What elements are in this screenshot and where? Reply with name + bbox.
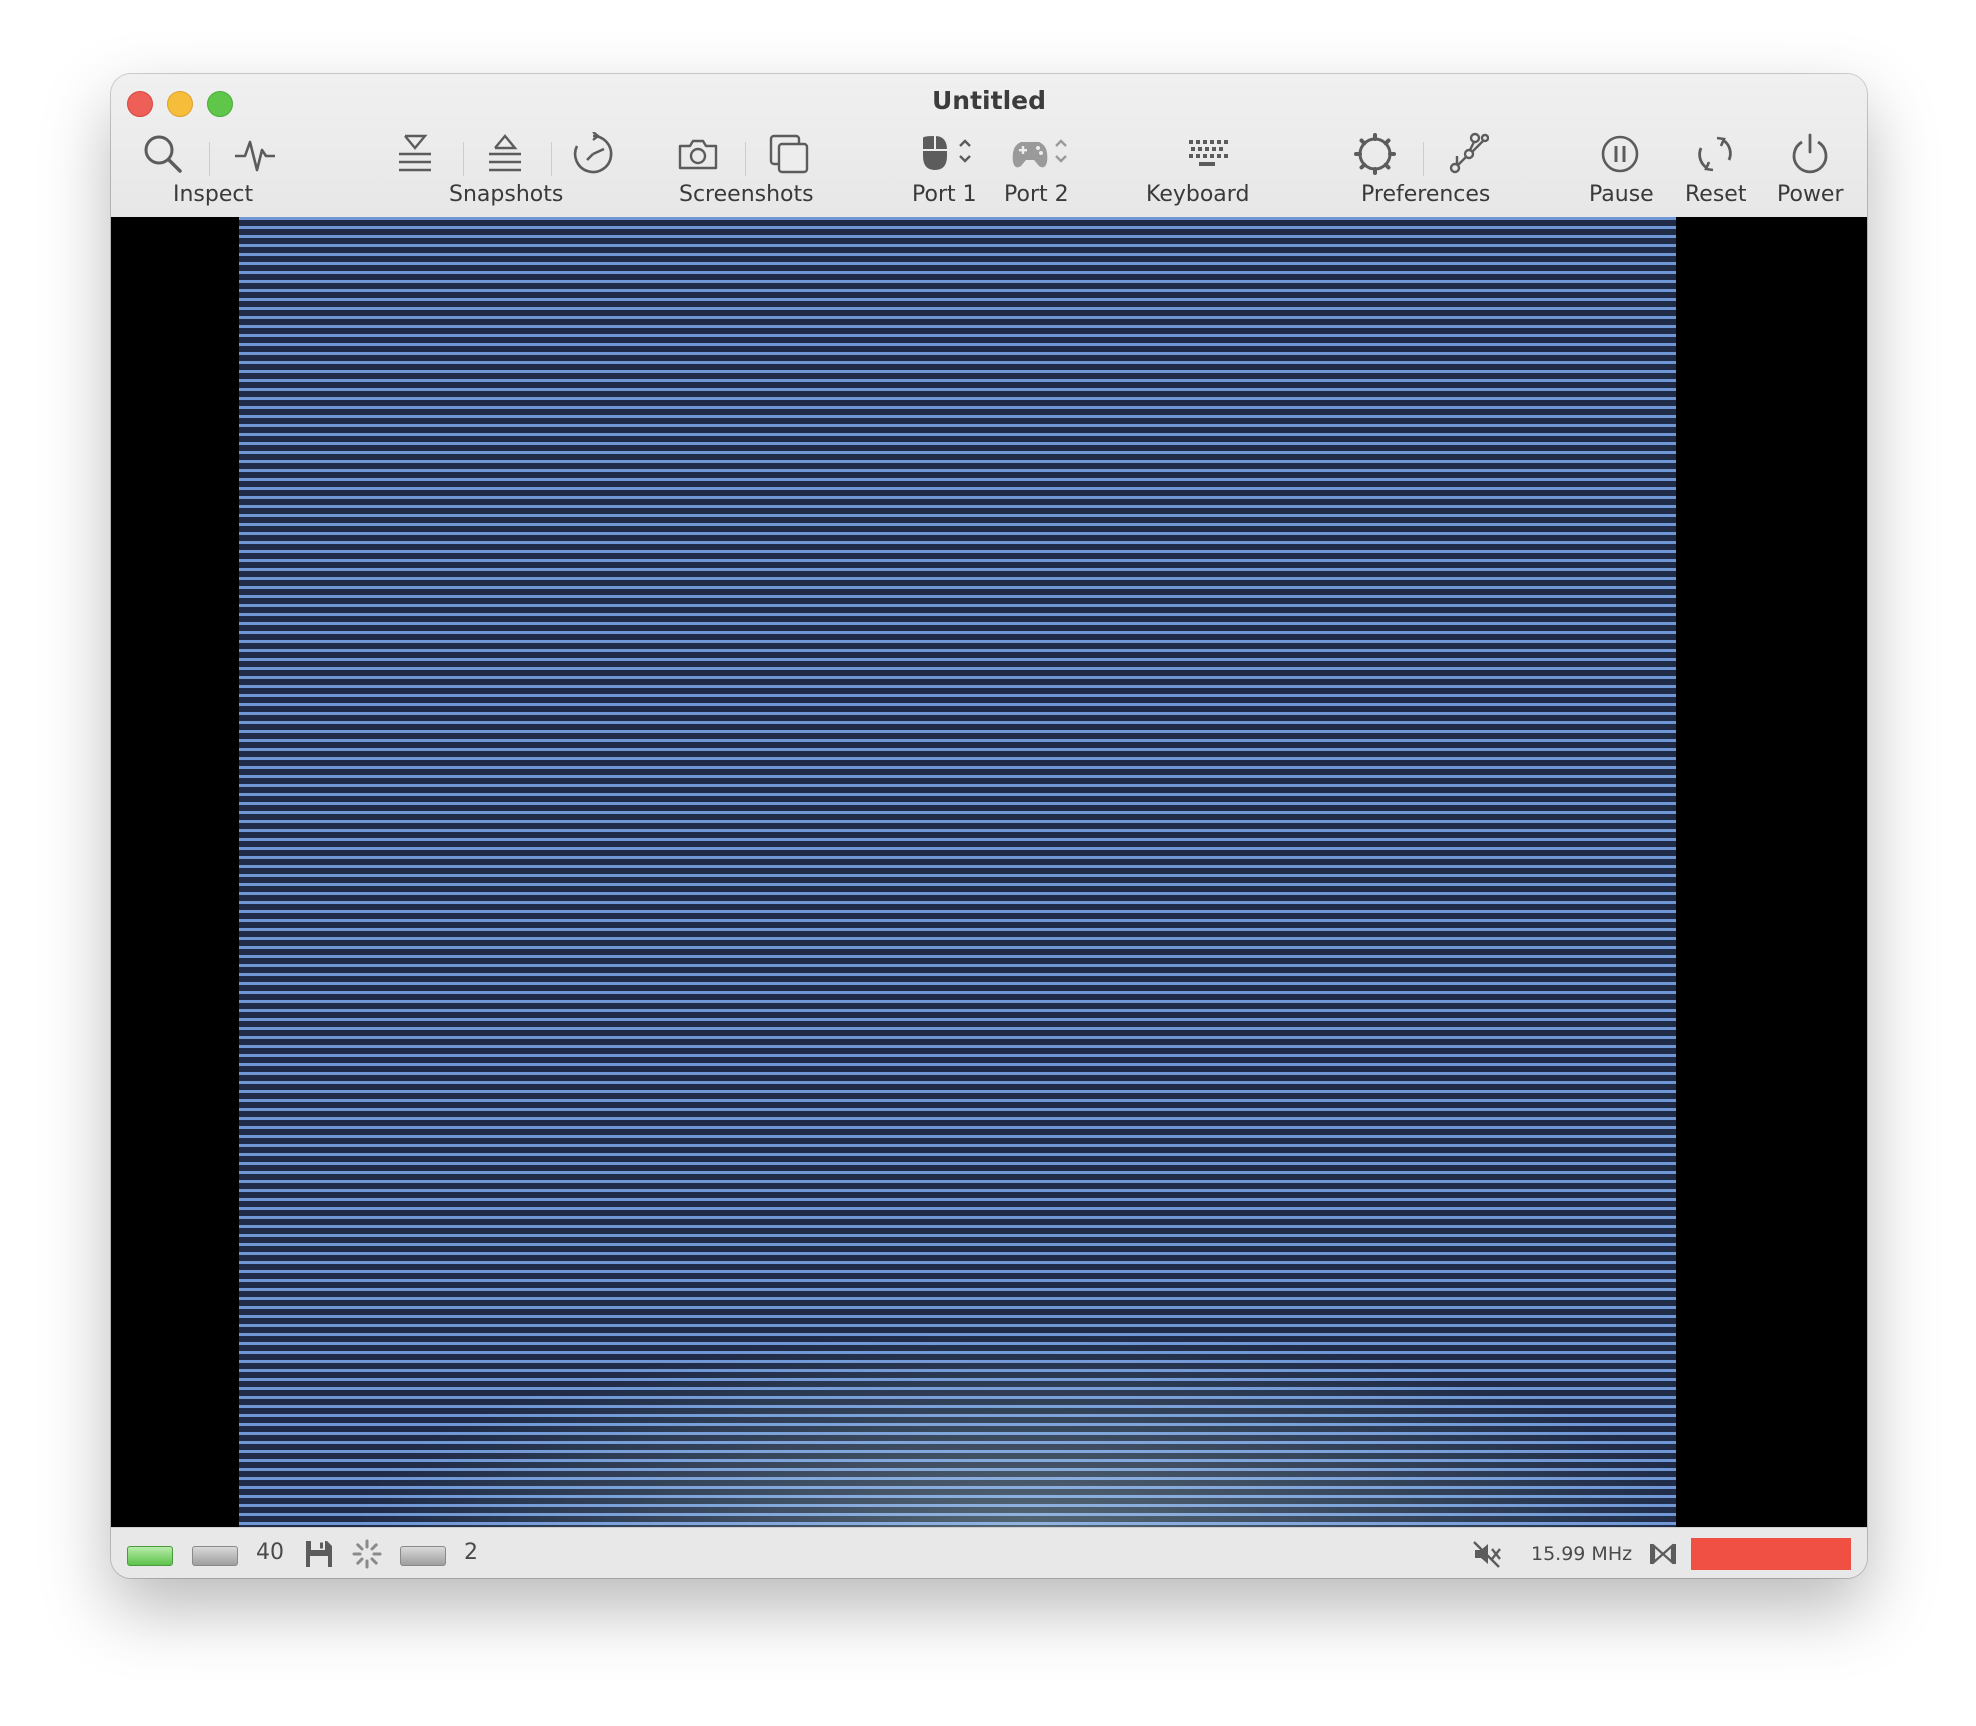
reset-button[interactable] [1693, 132, 1737, 176]
window-title: Untitled [932, 86, 1046, 115]
configuration-button[interactable] [1445, 132, 1489, 176]
warp-mode-icon[interactable] [1647, 1538, 1679, 1574]
take-screenshot-button[interactable] [676, 132, 720, 176]
pause-icon [1601, 135, 1639, 173]
drive8-led[interactable] [127, 1546, 173, 1566]
toolbar-separator [209, 142, 210, 176]
port1-selector[interactable] [915, 132, 979, 176]
snapshots-label: Snapshots [449, 182, 564, 207]
emulator-screen[interactable] [111, 217, 1867, 1527]
monitor-button[interactable] [233, 132, 277, 176]
pause-label: Pause [1589, 182, 1654, 207]
snapshot-save-icon [399, 134, 431, 172]
gamepad-icon [1012, 139, 1067, 168]
pause-button[interactable] [1598, 132, 1642, 176]
drive8-slot[interactable] [192, 1546, 238, 1566]
power-button[interactable] [1788, 132, 1832, 176]
gallery-icon [769, 134, 809, 174]
clock-frequency: 15.99 MHz [1531, 1543, 1633, 1565]
toolbar-separator [463, 142, 464, 176]
preferences-label: Preferences [1361, 182, 1491, 207]
pulse-icon [235, 140, 275, 172]
magnifier-icon [144, 135, 182, 173]
port1-label: Port 1 [912, 182, 977, 207]
port2-label: Port 2 [1004, 182, 1069, 207]
screenshots-label: Screenshots [679, 182, 814, 207]
title-bar: Untitled Inspect Snapshots Screenshots P… [111, 74, 1867, 218]
video-artifact [239, 1297, 1676, 1527]
keyboard-button[interactable] [1185, 132, 1229, 176]
gear-icon [1354, 133, 1396, 175]
keyboard-label: Keyboard [1146, 182, 1250, 207]
power-label: Power [1777, 182, 1844, 207]
toolbar-separator [551, 142, 552, 176]
power-icon [1792, 133, 1828, 174]
disk-count: 2 [464, 1540, 478, 1565]
restore-snapshot-button[interactable] [483, 132, 527, 176]
camera-icon [678, 139, 718, 170]
preferences-button[interactable] [1353, 132, 1397, 176]
status-bar: 40 2 15.99 MHz [111, 1527, 1867, 1578]
emulator-window: Untitled Inspect Snapshots Screenshots P… [111, 74, 1867, 1578]
speed-meter [1691, 1538, 1851, 1570]
snapshot-restore-icon [489, 134, 521, 172]
snapshot-browser-button[interactable] [571, 132, 615, 176]
inspect-label: Inspect [173, 182, 254, 207]
floppy-disk-icon[interactable] [303, 1538, 335, 1574]
take-snapshot-button[interactable] [393, 132, 437, 176]
toolbar-separator [745, 142, 746, 176]
branch-icon [1449, 132, 1489, 174]
port2-selector[interactable] [1007, 132, 1071, 176]
screenshot-browser-button[interactable] [767, 132, 811, 176]
track-number: 40 [256, 1540, 284, 1565]
inspect-button[interactable] [141, 132, 185, 176]
spinner-icon [351, 1538, 383, 1574]
toolbar-separator [1423, 142, 1424, 176]
history-clock-icon [573, 132, 613, 174]
reset-icon [1698, 136, 1732, 172]
keyboard-icon [1189, 140, 1228, 166]
mouse-icon [923, 136, 971, 170]
mute-icon[interactable] [1471, 1538, 1503, 1574]
drive9-slot[interactable] [400, 1546, 446, 1566]
reset-label: Reset [1685, 182, 1747, 207]
